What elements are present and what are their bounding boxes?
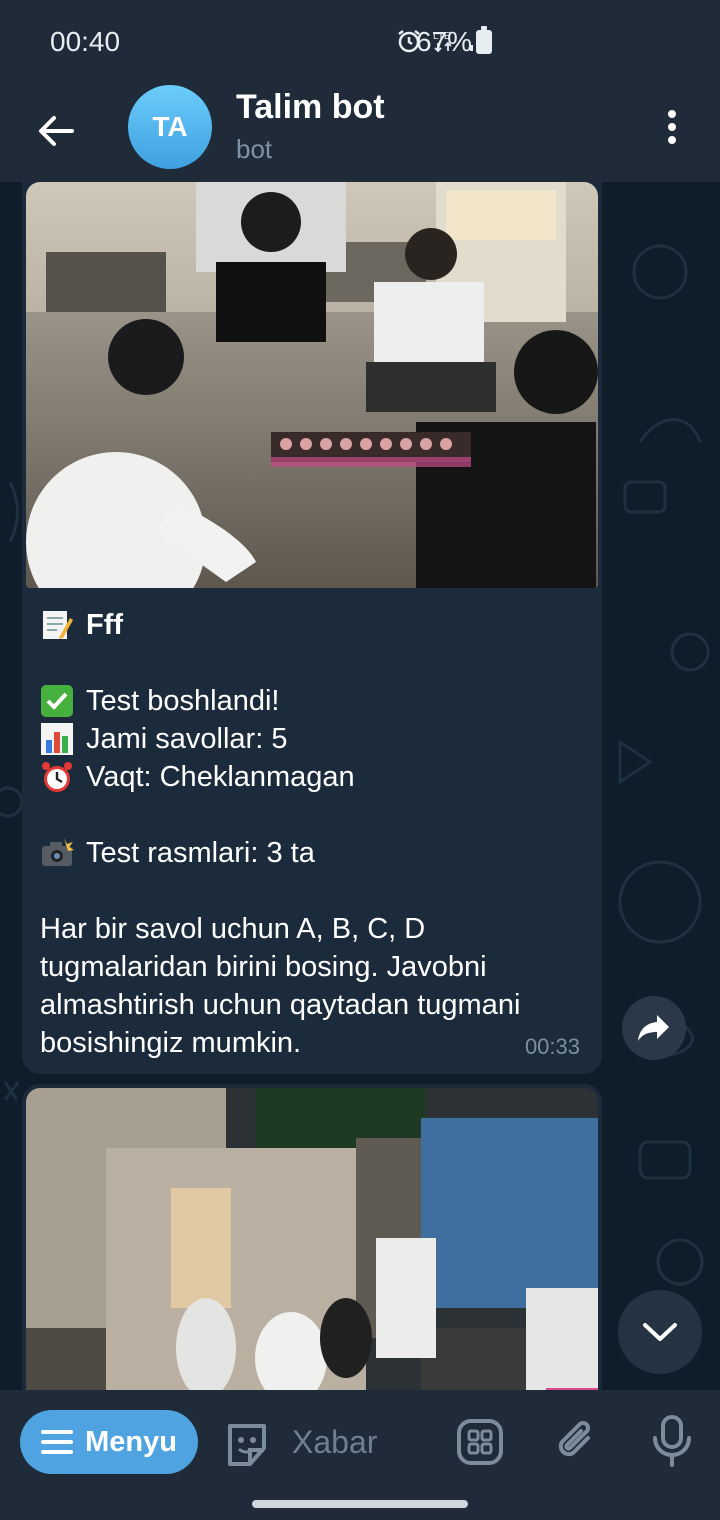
chevron-down-icon (643, 1323, 677, 1341)
chat-title[interactable]: Talim bot (236, 88, 385, 127)
sticker-icon[interactable] (222, 1420, 272, 1475)
camera-flash-icon (40, 836, 74, 870)
more-options-button[interactable] (654, 106, 690, 146)
message-composer: Menyu (0, 1390, 720, 1490)
home-indicator[interactable] (252, 1500, 468, 1508)
alarm-clock-icon (40, 760, 74, 794)
status-bar: 00:40 LTE 67% (0, 0, 720, 84)
back-button[interactable] (30, 106, 80, 156)
message-title-line: Fff (40, 606, 590, 644)
bot-commands-icon[interactable] (456, 1418, 504, 1471)
chat-subtitle: bot (236, 134, 273, 164)
message-bubble[interactable]: Fff Test boshlandi! Jami savollar: 5 Vaq (22, 182, 602, 1074)
message-text: Fff Test boshlandi! Jami savollar: 5 Vaq (40, 606, 590, 1062)
menu-button-label: Menyu (85, 1425, 177, 1458)
back-arrow-icon (39, 116, 74, 146)
message-instructions: Har bir savol uchun A, B, C, D tugmalari… (40, 913, 521, 1059)
bar-chart-icon (40, 722, 74, 756)
mic-icon[interactable] (650, 1414, 694, 1473)
message-time: 00:33 (524, 1034, 580, 1059)
system-navigation-bar (0, 1490, 720, 1520)
message-photo[interactable] (26, 182, 598, 588)
memo-icon (40, 608, 74, 642)
attach-icon[interactable] (554, 1416, 598, 1471)
battery-percent: 67% (416, 26, 473, 57)
menu-lines-icon (41, 1430, 74, 1454)
message-bubble[interactable] (22, 1084, 602, 1390)
battery-icon (476, 26, 492, 54)
status-time: 00:40 (50, 26, 121, 57)
chat-header: TA Talim bot bot (0, 84, 720, 182)
message-line: Jami savollar: 5 (40, 720, 590, 758)
message-line: Test rasmlari: 3 ta (40, 834, 590, 872)
message-title: Fff (86, 609, 124, 641)
message-input[interactable] (292, 1420, 442, 1464)
bot-menu-button[interactable]: Menyu (20, 1410, 198, 1474)
check-mark-icon (40, 684, 74, 718)
share-button[interactable] (622, 996, 686, 1060)
chat-area[interactable]: Fff Test boshlandi! Jami savollar: 5 Vaq (0, 182, 720, 1390)
scroll-down-button[interactable] (618, 1290, 702, 1374)
avatar[interactable]: TA (128, 85, 212, 169)
message-line: Vaqt: Cheklanmagan (40, 758, 590, 796)
share-arrow-icon (638, 1015, 669, 1041)
message-line: Test boshlandi! (40, 682, 590, 720)
more-vert-icon (668, 110, 676, 144)
message-photo[interactable] (26, 1088, 598, 1390)
